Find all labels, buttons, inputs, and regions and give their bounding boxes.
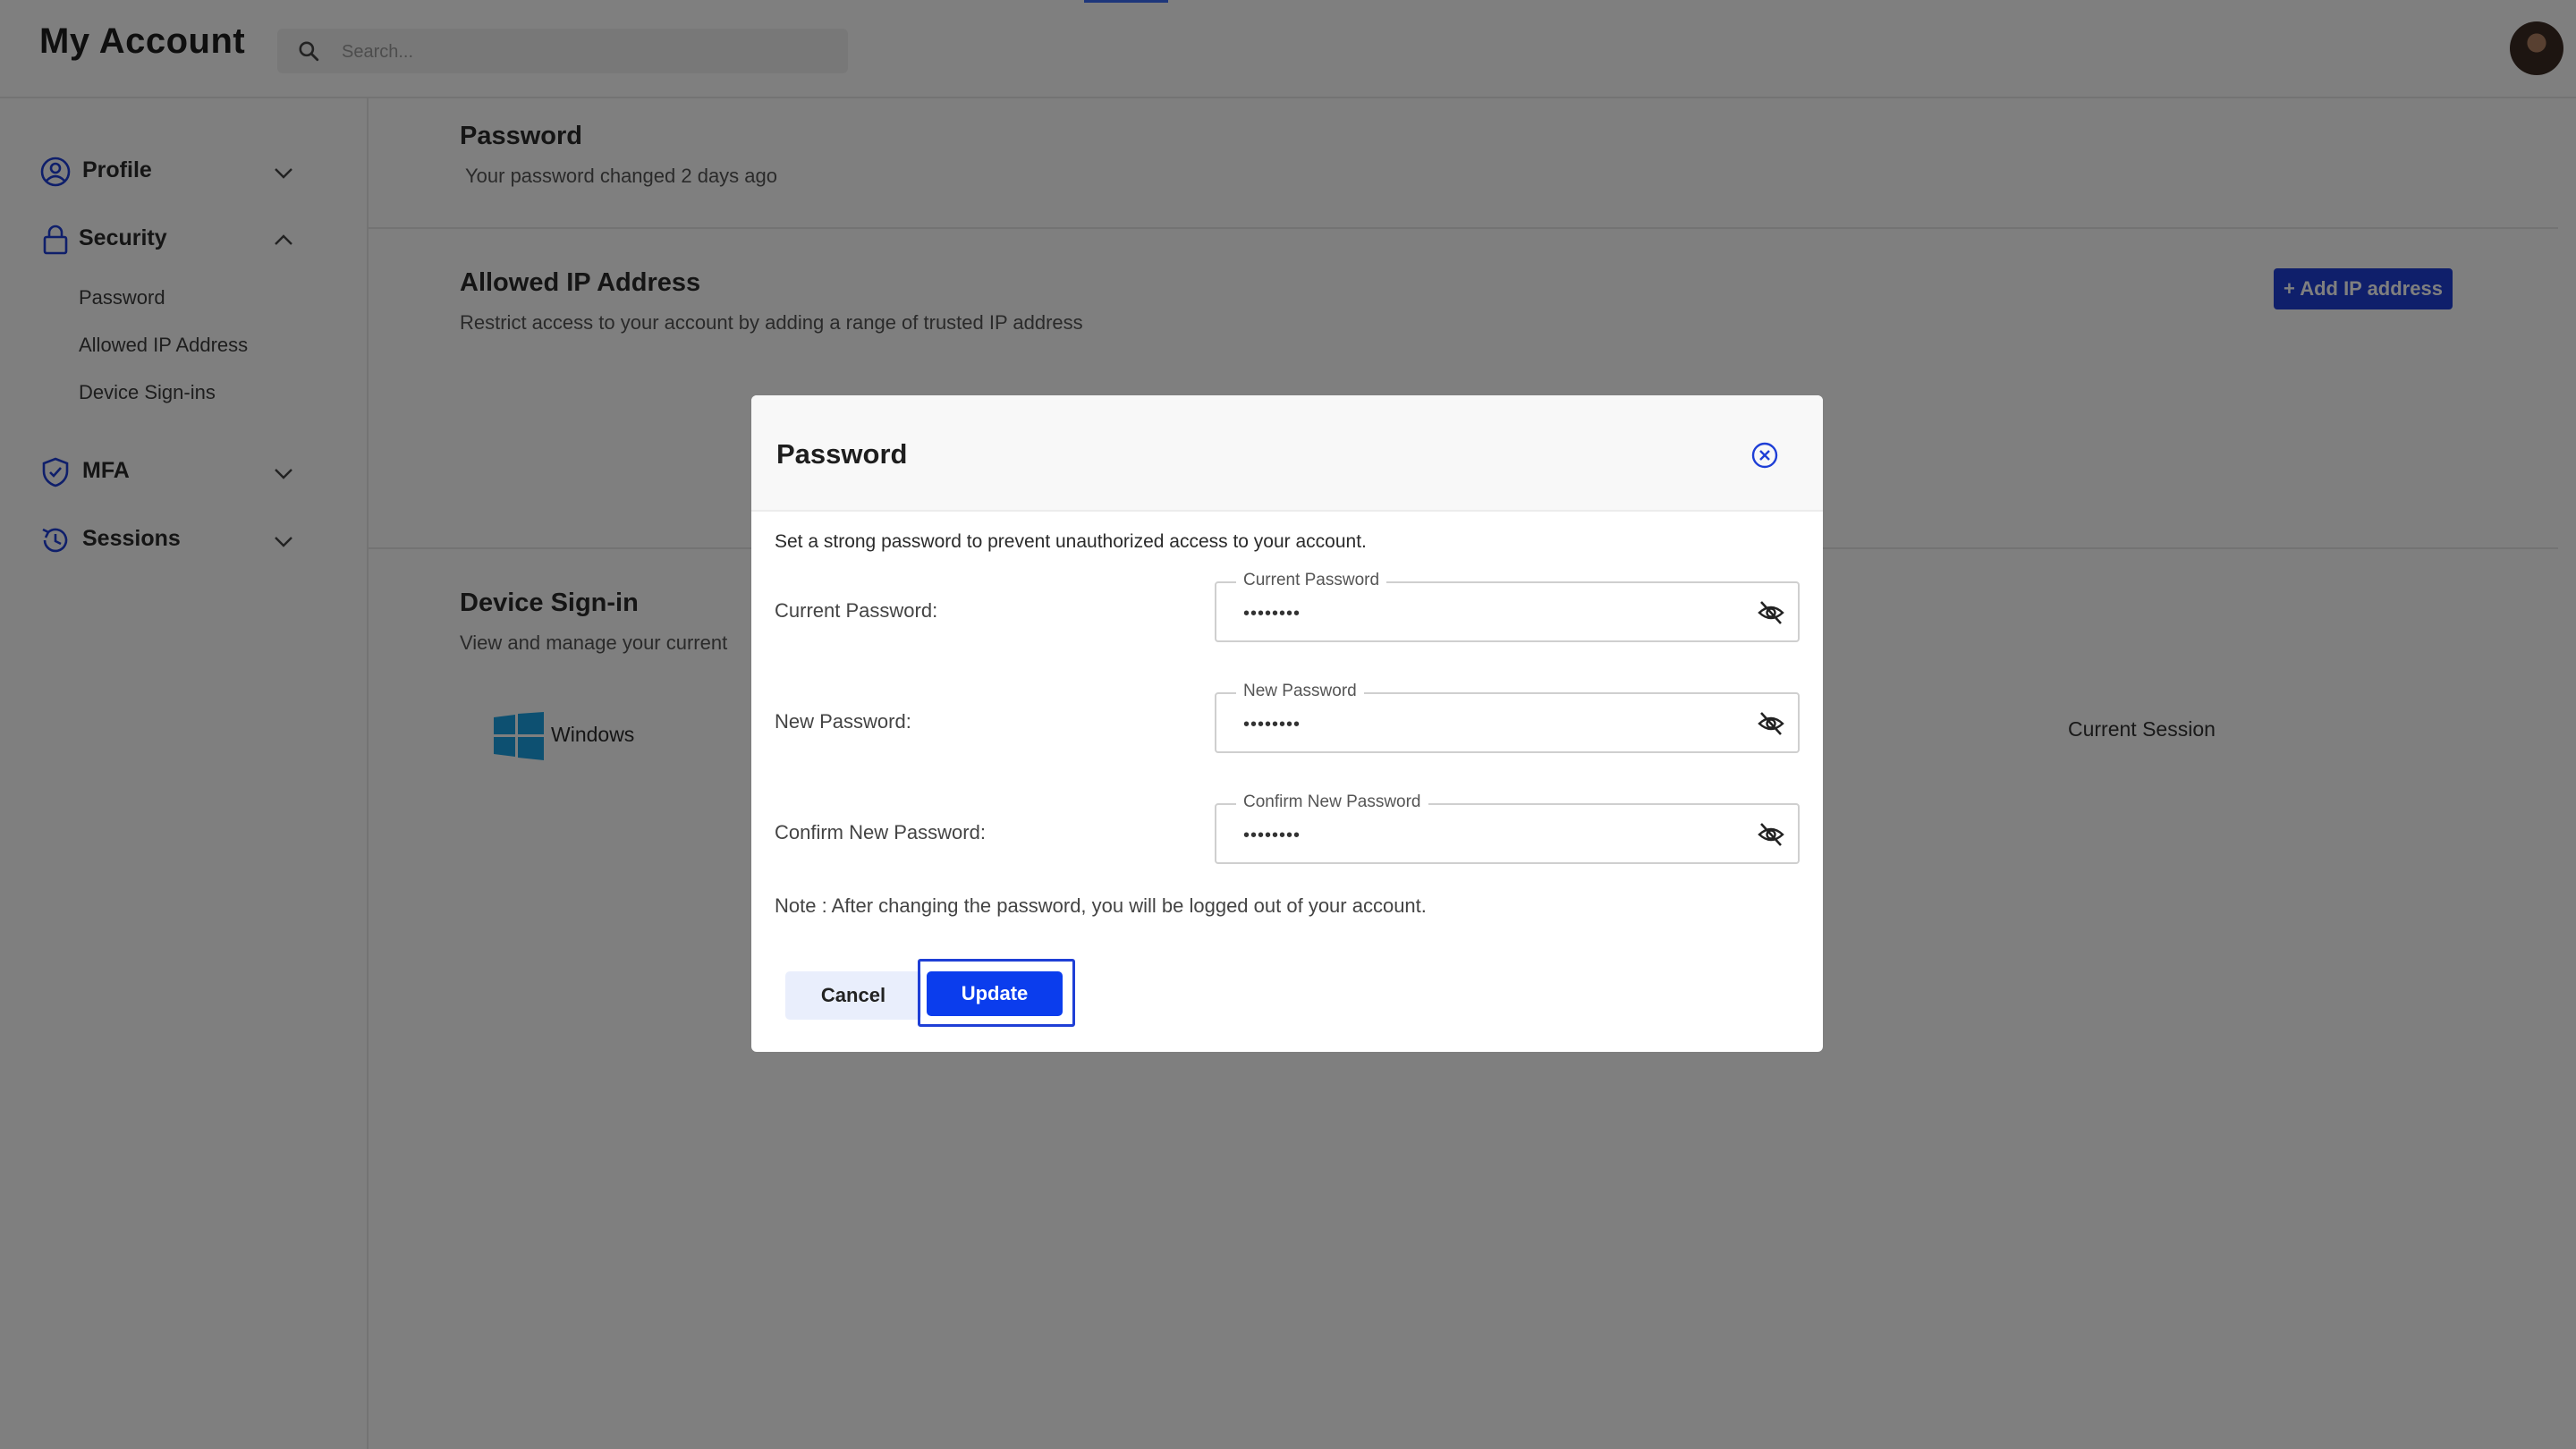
update-button[interactable]: Update — [927, 971, 1063, 1016]
eye-off-icon[interactable] — [1757, 599, 1785, 626]
new-password-input[interactable] — [1241, 710, 1728, 739]
cancel-button[interactable]: Cancel — [785, 971, 921, 1020]
confirm-password-label: Confirm New Password: — [775, 821, 986, 843]
field-legend: New Password — [1236, 682, 1364, 701]
current-password-input[interactable] — [1241, 599, 1728, 628]
new-password-field[interactable]: New Password — [1215, 682, 1800, 753]
field-legend: Confirm New Password — [1236, 792, 1428, 812]
field-legend: Current Password — [1236, 571, 1387, 590]
dialog-description: Set a strong password to prevent unautho… — [775, 531, 1367, 552]
current-password-field[interactable]: Current Password — [1215, 571, 1800, 642]
new-password-label: New Password: — [775, 710, 911, 733]
confirm-password-input[interactable] — [1241, 821, 1728, 850]
close-icon — [1751, 442, 1778, 469]
dialog-note: Note : After changing the password, you … — [775, 894, 1427, 917]
password-dialog: Password Set a strong password to preven… — [751, 395, 1823, 1052]
dialog-header: Password — [751, 395, 1823, 512]
eye-off-icon[interactable] — [1757, 710, 1785, 737]
dialog-title: Password — [776, 438, 908, 470]
close-button[interactable] — [1750, 440, 1780, 470]
eye-off-icon[interactable] — [1757, 821, 1785, 848]
confirm-password-field[interactable]: Confirm New Password — [1215, 792, 1800, 864]
current-password-label: Current Password: — [775, 599, 938, 622]
